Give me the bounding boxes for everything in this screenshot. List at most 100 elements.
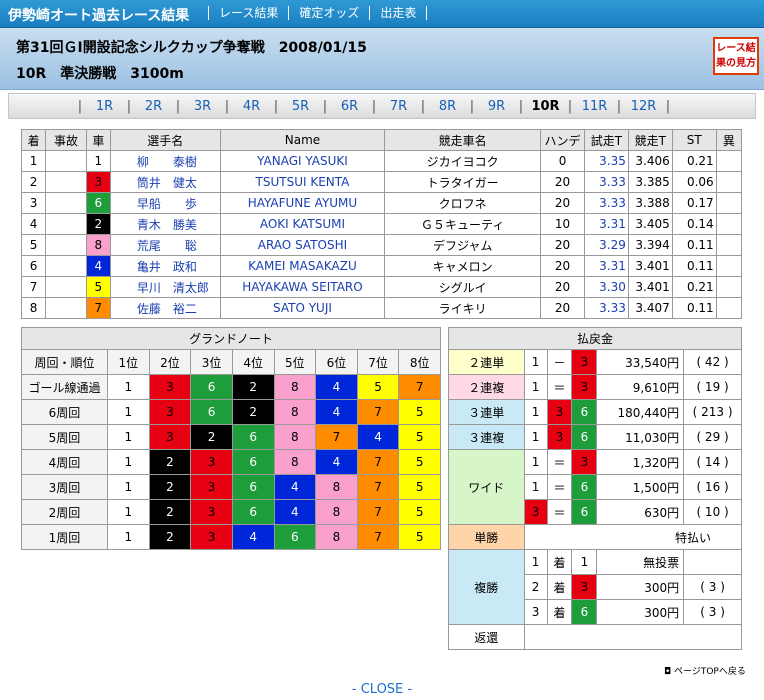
close-link[interactable]: - CLOSE - [0, 682, 764, 697]
round-separator: | [567, 99, 573, 114]
payout-title: 払戻金 [448, 327, 742, 350]
result-machine: キャメロン [384, 255, 542, 277]
result-handi: 20 [540, 171, 585, 193]
payout-wide-row-1: ワイド 1 ＝ 3 1,320円 ( 14 ) [448, 449, 742, 525]
round-separator: | [175, 99, 181, 114]
result-row: 7 5 早川 清太郎 HAYAKAWA SEITARO シグルイ 20 3.30 3.401 0… [20, 276, 743, 298]
grand-cell: 1 [107, 399, 150, 425]
round-link-10[interactable]: 10R [530, 99, 561, 114]
top-nav: レース結果 確定オッズ 出走表 [208, 6, 428, 20]
nav-odds[interactable]: 確定オッズ [288, 6, 369, 20]
round-separator: | [77, 99, 83, 114]
grand-lap-label: 1周回 [21, 524, 108, 550]
result-roman: HAYAKAWA SEITARO [219, 276, 386, 298]
round-separator: | [469, 99, 475, 114]
result-car: 1 [85, 150, 111, 172]
grand-cell: 8 [315, 524, 358, 550]
round-link-6[interactable]: 6R [334, 99, 365, 114]
result-roman: KAMEI MASAKAZU [219, 255, 386, 277]
result-handi: 0 [540, 150, 585, 172]
page-top-link[interactable]: ◘ ページTOPへ戻る [664, 664, 746, 677]
grand-cell: 7 [356, 524, 400, 550]
result-trial: 3.35 [584, 150, 629, 172]
grand-cell: 7 [356, 499, 400, 525]
result-race_t: 3.406 [627, 150, 673, 172]
result-st: 0.11 [671, 234, 717, 256]
grand-cell: 3 [190, 474, 233, 500]
round-link-8[interactable]: 8R [432, 99, 463, 114]
payout-exacta-row: ２連単 1 － 3 33,540円 ( 42 ) [448, 349, 742, 375]
round-link-1[interactable]: 1R [89, 99, 120, 114]
grand-cell: 1 [107, 424, 150, 450]
result-guide-button[interactable]: レース結果の見方 [713, 37, 759, 75]
result-pos: 3 [20, 192, 47, 214]
grand-cell: 4 [315, 449, 358, 475]
trifecta-popularity: ( 213 ) [683, 399, 742, 425]
round-separator: | [518, 99, 524, 114]
result-ab [715, 255, 743, 277]
grand-cell: 8 [315, 474, 358, 500]
result-st: 0.06 [671, 171, 717, 193]
round-link-4[interactable]: 4R [236, 99, 267, 114]
result-ab [715, 234, 743, 256]
place-1-popularity [683, 549, 742, 575]
result-name: 柳 泰樹 [109, 150, 221, 172]
wide-3-separator: ＝ [546, 499, 573, 525]
result-machine: シグルイ [384, 276, 542, 298]
result-handi: 20 [540, 234, 585, 256]
wide-1-car-1: 1 [523, 449, 548, 475]
trifecta-car-1: 1 [523, 399, 548, 425]
grand-cell: 2 [148, 449, 192, 475]
round-link-12[interactable]: 12R [628, 99, 659, 114]
wide-1-popularity: ( 14 ) [683, 449, 742, 475]
round-link-9[interactable]: 9R [481, 99, 512, 114]
result-name: 早川 清太郎 [109, 276, 221, 298]
result-header-0: 着 [20, 129, 47, 151]
wide-2-car-1: 1 [523, 474, 548, 500]
nav-entry-list[interactable]: 出走表 [369, 6, 428, 20]
round-link-11[interactable]: 11R [579, 99, 610, 114]
place-3-amount: 300円 [596, 599, 685, 625]
grand-cell: 2 [148, 499, 192, 525]
trio-car-3: 6 [571, 424, 598, 450]
place-3-chaku: 着 [546, 599, 573, 625]
wide-2-separator: ＝ [546, 474, 573, 500]
round-separator: | [420, 99, 426, 114]
result-st: 0.11 [671, 255, 717, 277]
grand-cell: 5 [398, 449, 441, 475]
payout-trifecta-row: ３連単 1 3 6 180,440円 ( 213 ) [448, 399, 742, 425]
result-race_t: 3.405 [627, 213, 673, 235]
result-car: 4 [85, 255, 111, 277]
race-title: 第31回ＧⅠ開設記念シルクカップ争奪戦 2008/01/15 [16, 40, 367, 56]
exacta-popularity: ( 42 ) [683, 349, 742, 375]
round-link-5[interactable]: 5R [285, 99, 316, 114]
result-ab [715, 171, 743, 193]
wide-2-car-2: 6 [571, 474, 598, 500]
round-selector: | 1R | 2R | 3R | 4R | 5R | 6R | 7R | 8R | 9R | 10R | 11R | 12R | [8, 93, 756, 119]
result-name: 荒尾 聡 [109, 234, 221, 256]
grand-cell: 4 [273, 499, 317, 525]
grand-cell: 6 [231, 474, 275, 500]
grand-lap-label: 6周回 [21, 399, 108, 425]
grand-header-5: 5位 [273, 349, 317, 375]
exacta-amount: 33,540円 [596, 349, 685, 375]
wide-2-amount: 1,500円 [596, 474, 685, 500]
result-st: 0.21 [671, 150, 717, 172]
result-row: 5 8 荒尾 聡 ARAO SATOSHI デフジャム 20 3.29 3.394 0.11 [20, 234, 743, 256]
grand-row: 5周回 1 3 2 6 8 7 4 5 [21, 424, 441, 450]
nav-race-result[interactable]: レース結果 [208, 6, 288, 20]
grand-cell: 7 [398, 374, 441, 400]
result-machine: ライキリ [384, 297, 542, 319]
grand-cell: 8 [273, 449, 317, 475]
wide-3-car-2: 6 [571, 499, 598, 525]
round-link-2[interactable]: 2R [138, 99, 169, 114]
result-trial: 3.29 [584, 234, 629, 256]
round-separator: | [371, 99, 377, 114]
result-acc [45, 276, 87, 298]
grand-cell: 2 [148, 524, 192, 550]
grand-cell: 3 [190, 524, 233, 550]
round-link-7[interactable]: 7R [383, 99, 414, 114]
result-row: 6 4 亀井 政和 KAMEI MASAKAZU キャメロン 20 3.31 3.401 0.1… [20, 255, 743, 277]
result-race_t: 3.401 [627, 255, 673, 277]
round-link-3[interactable]: 3R [187, 99, 218, 114]
